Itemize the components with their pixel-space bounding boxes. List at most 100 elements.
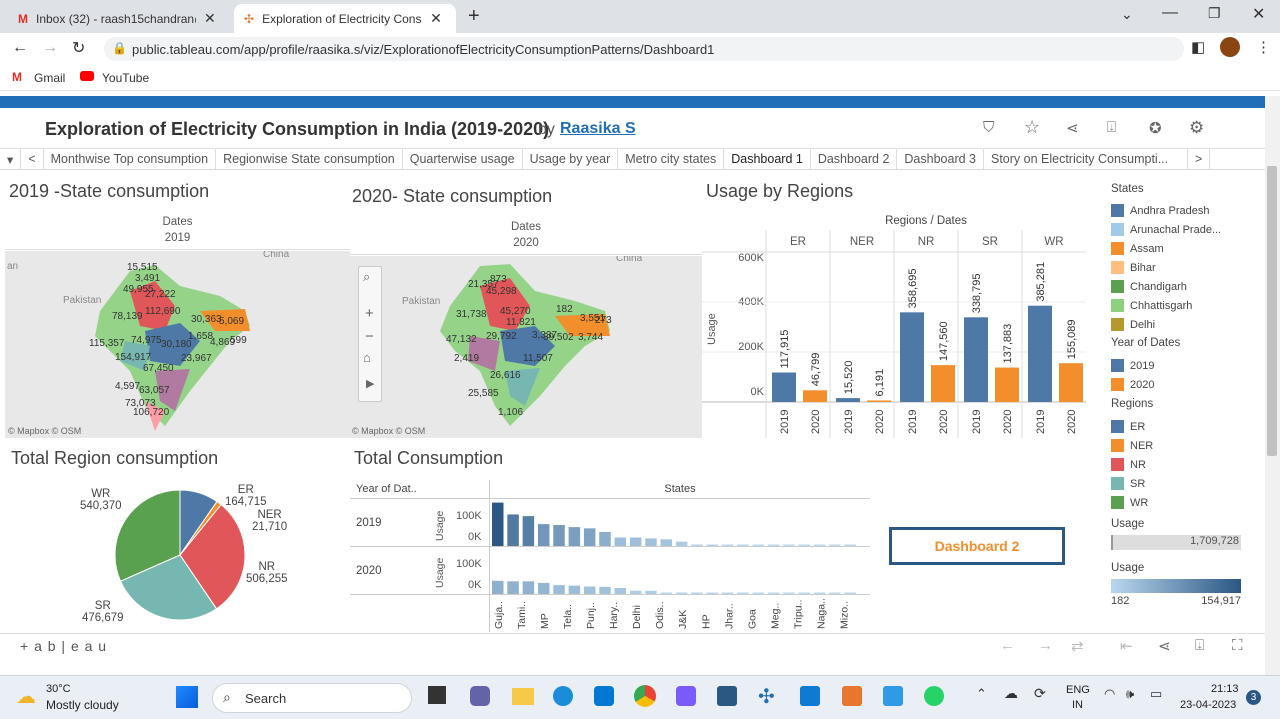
- region-legend-item[interactable]: SR: [1111, 474, 1261, 493]
- clock-date[interactable]: 23-04-2023: [1180, 699, 1236, 711]
- chrome-icon[interactable]: [634, 685, 656, 707]
- tabs-next-chevron-icon[interactable]: >: [1188, 149, 1211, 169]
- whatsapp-icon[interactable]: [924, 686, 944, 706]
- vscode-icon[interactable]: [800, 686, 820, 706]
- fullscreen-icon[interactable]: ⛶: [1232, 637, 1243, 654]
- avatar[interactable]: [1220, 37, 1240, 57]
- weather-icon[interactable]: ☁: [16, 684, 36, 709]
- onedrive-icon[interactable]: ☁: [1004, 685, 1018, 702]
- state-legend-item[interactable]: Delhi: [1111, 315, 1261, 334]
- page-scrollbar[interactable]: [1265, 96, 1280, 675]
- state-legend-item[interactable]: Chhattisgarh: [1111, 296, 1261, 315]
- taskbar-search[interactable]: ⌕ Search: [212, 683, 412, 713]
- tab-dashboard-1[interactable]: Dashboard 1: [724, 149, 811, 169]
- new-tab-button[interactable]: +: [468, 5, 480, 28]
- map-value-label: 31,738: [456, 309, 487, 320]
- map-value-label: 25,585: [468, 388, 499, 399]
- metrics-icon[interactable]: ⛉: [983, 119, 994, 136]
- map-2020[interactable]: Pakistan China 873 21,357 45,298 31,738 …: [350, 256, 702, 438]
- reload-button[interactable]: ↻: [72, 38, 85, 58]
- tray-chevron-icon[interactable]: ⌃: [976, 686, 987, 702]
- store-icon[interactable]: [594, 686, 614, 706]
- task-view-icon[interactable]: [428, 686, 446, 704]
- sync-icon[interactable]: ⟳: [1034, 685, 1046, 702]
- maximize-button[interactable]: ❐: [1208, 5, 1221, 22]
- undo-icon[interactable]: ←: [1000, 637, 1015, 654]
- volume-icon[interactable]: 🕪: [1126, 686, 1134, 702]
- menu-icon[interactable]: ⋮: [1256, 38, 1271, 56]
- bookmark-youtube[interactable]: YouTube: [102, 71, 149, 85]
- tab-usage-by-year[interactable]: Usage by year: [523, 149, 619, 169]
- scrollbar-thumb[interactable]: [1267, 166, 1277, 456]
- close-window-button[interactable]: ✕: [1252, 4, 1265, 24]
- minimize-button[interactable]: —: [1162, 4, 1178, 22]
- tab-dashboard-2[interactable]: Dashboard 2: [811, 149, 898, 169]
- edge-icon[interactable]: [553, 686, 573, 706]
- tabs-prev-chevron-icon[interactable]: <: [21, 149, 44, 169]
- tab-gmail[interactable]: M Inbox (32) - raash15chandran@g ✕: [8, 4, 232, 33]
- map-search-icon[interactable]: ⌕: [363, 269, 370, 285]
- state-legend-item[interactable]: Andhra Pradesh: [1111, 201, 1261, 220]
- tab-story[interactable]: Story on Electricity Consumpti...: [984, 149, 1188, 169]
- tabs-menu-chevron-icon[interactable]: ▾: [0, 149, 22, 169]
- tab-search-icon[interactable]: ⌄: [1121, 6, 1133, 23]
- app-icon[interactable]: [676, 686, 696, 706]
- year-legend-item[interactable]: 2019: [1111, 356, 1261, 375]
- lang-label[interactable]: ENG: [1066, 684, 1090, 696]
- notification-badge[interactable]: 3: [1246, 690, 1261, 705]
- address-bar[interactable]: 🔒 public.tableau.com/app/profile/raasika…: [104, 37, 1184, 61]
- total-consumption-chart[interactable]: Year of Dat.. States 2019 2020 Usage Usa…: [350, 480, 870, 632]
- region-legend-item[interactable]: NR: [1111, 455, 1261, 474]
- photos-icon[interactable]: [883, 686, 903, 706]
- download-icon[interactable]: ⍗: [1107, 119, 1116, 136]
- redo-icon[interactable]: →: [1038, 637, 1053, 654]
- share-icon[interactable]: ⋖: [1158, 637, 1171, 655]
- tab-monthwise[interactable]: Monthwise Top consumption: [44, 149, 217, 169]
- share-icon[interactable]: ⋖: [1066, 119, 1079, 137]
- badge-icon[interactable]: ✪: [1149, 119, 1162, 137]
- forward-button[interactable]: →: [42, 39, 58, 57]
- tableau-logo[interactable]: + a b | e a u: [20, 638, 107, 654]
- tab-quarterwise[interactable]: Quarterwise usage: [403, 149, 523, 169]
- tab-metro[interactable]: Metro city states: [618, 149, 725, 169]
- region-legend-item[interactable]: WR: [1111, 493, 1261, 512]
- state-legend-item[interactable]: Arunachal Prade...: [1111, 220, 1261, 239]
- zoom-in-button[interactable]: +: [365, 305, 374, 322]
- tab-dashboard-3[interactable]: Dashboard 3: [897, 149, 984, 169]
- region-legend-item[interactable]: ER: [1111, 417, 1261, 436]
- state-legend-item[interactable]: Assam: [1111, 239, 1261, 258]
- windows-start-icon[interactable]: [176, 686, 198, 708]
- pan-arrow-icon[interactable]: ▶: [366, 377, 374, 390]
- app-icon[interactable]: [717, 686, 737, 706]
- close-icon[interactable]: ✕: [204, 10, 216, 27]
- wifi-icon[interactable]: ◠: [1104, 686, 1115, 702]
- file-explorer-icon[interactable]: [512, 688, 534, 705]
- side-panel-icon[interactable]: ◧: [1191, 38, 1205, 56]
- map-2019[interactable]: an Pakistan China 15,515 3,491 49,955 27…: [5, 251, 350, 438]
- favorite-star-icon[interactable]: ☆: [1024, 117, 1040, 138]
- tab-regionwise[interactable]: Regionwise State consumption: [216, 149, 403, 169]
- reset-icon[interactable]: ⇤: [1120, 637, 1133, 655]
- regions-bar-chart[interactable]: ER 117,915 2019 46,799 2020 NER 15,520 2019 6,19…: [702, 230, 1088, 440]
- year-legend-item[interactable]: 2020: [1111, 375, 1261, 394]
- settings-gear-icon[interactable]: ⚙: [1189, 118, 1204, 138]
- close-icon[interactable]: ✕: [430, 10, 442, 27]
- zoom-out-button[interactable]: −: [365, 328, 374, 345]
- download-icon[interactable]: ⍗: [1195, 637, 1204, 654]
- tableau-app-icon[interactable]: ✣: [758, 684, 775, 709]
- state-legend-item[interactable]: Chandigarh: [1111, 277, 1261, 296]
- revert-icon[interactable]: ⇄: [1071, 637, 1084, 655]
- clock-time[interactable]: 21:13: [1211, 683, 1239, 695]
- battery-icon[interactable]: ▭: [1150, 686, 1162, 702]
- region-legend-item[interactable]: NER: [1111, 436, 1261, 455]
- lang-region[interactable]: IN: [1072, 699, 1083, 711]
- bookmark-gmail[interactable]: Gmail: [34, 71, 65, 85]
- tab-tableau[interactable]: ✣ Exploration of Electricity Consum ✕: [234, 4, 456, 33]
- author-link[interactable]: Raasika S: [560, 120, 636, 138]
- dashboard-2-button[interactable]: Dashboard 2: [889, 527, 1065, 565]
- app-icon[interactable]: [842, 686, 862, 706]
- teams-icon[interactable]: [470, 686, 490, 706]
- state-legend-item[interactable]: Bihar: [1111, 258, 1261, 277]
- back-button[interactable]: ←: [12, 39, 28, 57]
- home-icon[interactable]: ⌂: [363, 350, 371, 365]
